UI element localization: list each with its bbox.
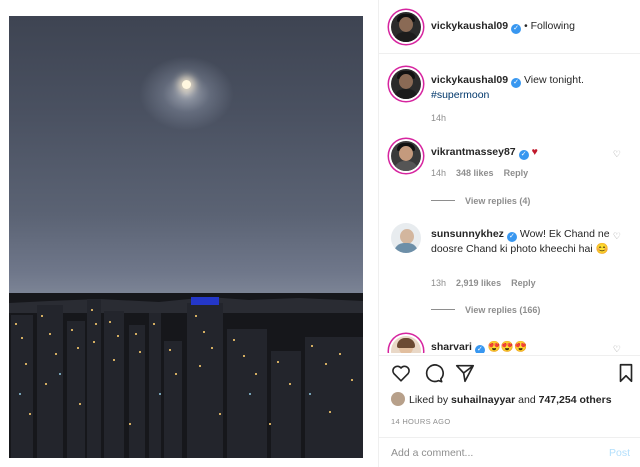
- red-heart-emoji: ♥: [531, 146, 538, 158]
- commenter-avatar[interactable]: [391, 336, 421, 353]
- comment-text: sunsunnykhez ✓ Wow! Ek Chand ne doosre Ch…: [431, 227, 611, 256]
- separator-dot: •: [524, 21, 528, 32]
- comment-meta: 13h 2,919 likes Reply: [431, 278, 546, 288]
- instagram-post-modal: vickykaushal09 ✓ • Following vickykaushal09…: [0, 0, 640, 467]
- caption-body: View tonight.: [523, 74, 584, 86]
- commenter-avatar[interactable]: [391, 223, 421, 253]
- hashtag-link[interactable]: #supermoon: [431, 89, 489, 101]
- commenter-avatar[interactable]: [391, 141, 421, 171]
- likes-summary: Liked by suhailnayyar and 747,254 others: [391, 392, 612, 406]
- likes-others-link[interactable]: 747,254 others: [539, 394, 612, 406]
- caption: vickykaushal09 ✓ View tonight. #supermoon…: [391, 69, 621, 129]
- paper-plane-icon[interactable]: [454, 362, 476, 384]
- comment-like-heart-icon[interactable]: ♡: [613, 149, 621, 160]
- caption-time: 14h: [431, 113, 447, 123]
- comment-text: vikrantmassey87 ✓ ♥: [431, 145, 611, 160]
- post-image[interactable]: [9, 16, 363, 458]
- comment-item: vikrantmassey87 ✓ ♥ ♡ 14h 348 likes Reply V…: [391, 141, 621, 211]
- comment-likes[interactable]: 348 likes: [456, 168, 494, 178]
- follow-status-button[interactable]: Following: [531, 20, 575, 32]
- replies-dash: [431, 309, 455, 310]
- post-header: vickykaushal09 ✓ • Following: [379, 0, 640, 54]
- replies-dash: [431, 200, 455, 201]
- view-replies-button[interactable]: View replies (166): [431, 305, 540, 315]
- caption-avatar[interactable]: [391, 69, 421, 99]
- liker-username[interactable]: suhailnayyar: [451, 394, 515, 406]
- post-actions: Liked by suhailnayyar and 747,254 others…: [379, 355, 640, 435]
- verified-badge-icon: ✓: [506, 232, 517, 242]
- reply-button[interactable]: Reply: [504, 168, 529, 178]
- add-comment-bar: Post: [379, 437, 640, 467]
- comments-list: vickykaushal09 ✓ View tonight. #supermoon…: [379, 55, 640, 353]
- view-replies-label: View replies (166): [465, 305, 541, 315]
- likes-prefix: Liked by: [409, 394, 449, 406]
- moon: [182, 80, 191, 89]
- verified-badge-icon: ✓: [511, 24, 522, 34]
- view-replies-button[interactable]: View replies (4): [431, 196, 530, 206]
- commenter-username[interactable]: sunsunnykhez: [431, 228, 504, 240]
- moon-glow: [139, 56, 234, 131]
- author-username[interactable]: vickykaushal09: [431, 20, 508, 32]
- comment-meta: 14h 348 likes Reply: [431, 168, 538, 178]
- commenter-username[interactable]: vikrantmassey87: [431, 146, 516, 158]
- comment-item: sharvari ✓ 😍😍😍 ♡: [391, 336, 621, 353]
- add-comment-input[interactable]: [391, 445, 591, 461]
- post-timestamp[interactable]: 14 HOURS AGO: [391, 417, 450, 426]
- verified-badge-icon: ✓: [511, 78, 522, 88]
- author-avatar[interactable]: [391, 12, 421, 42]
- header-identity: vickykaushal09 ✓ • Following: [431, 20, 575, 34]
- post-photo-panel: [0, 0, 378, 467]
- comment-time: 14h: [431, 168, 447, 178]
- comment-like-heart-icon[interactable]: ♡: [613, 344, 621, 353]
- comment-time: 13h: [431, 278, 447, 288]
- comment-text: sharvari ✓ 😍😍😍: [431, 340, 611, 353]
- likes-joiner: and: [518, 394, 536, 406]
- comment-like-heart-icon[interactable]: ♡: [613, 231, 621, 242]
- comment-likes[interactable]: 2,919 likes: [456, 278, 501, 288]
- comment-body: 😍😍😍: [487, 341, 528, 353]
- view-replies-label: View replies (4): [465, 196, 531, 206]
- liker-avatar[interactable]: [391, 392, 405, 406]
- verified-badge-icon: ✓: [474, 345, 485, 353]
- reply-button[interactable]: Reply: [511, 278, 536, 288]
- comment-item: sunsunnykhez ✓ Wow! Ek Chand ne doosre Ch…: [391, 223, 621, 327]
- commenter-username[interactable]: sharvari: [431, 341, 472, 353]
- caption-meta: 14h: [431, 113, 456, 123]
- caption-text: vickykaushal09 ✓ View tonight. #supermoon: [431, 73, 611, 102]
- comment-bubble-icon[interactable]: [422, 362, 444, 384]
- verified-badge-icon: ✓: [518, 150, 529, 160]
- post-side-panel: vickykaushal09 ✓ • Following vickykaushal09…: [379, 0, 640, 467]
- heart-outline-icon[interactable]: [390, 362, 412, 384]
- caption-username[interactable]: vickykaushal09: [431, 74, 508, 86]
- post-comment-button[interactable]: Post: [609, 447, 630, 459]
- city-skyline: [9, 293, 363, 458]
- bookmark-icon[interactable]: [615, 362, 637, 384]
